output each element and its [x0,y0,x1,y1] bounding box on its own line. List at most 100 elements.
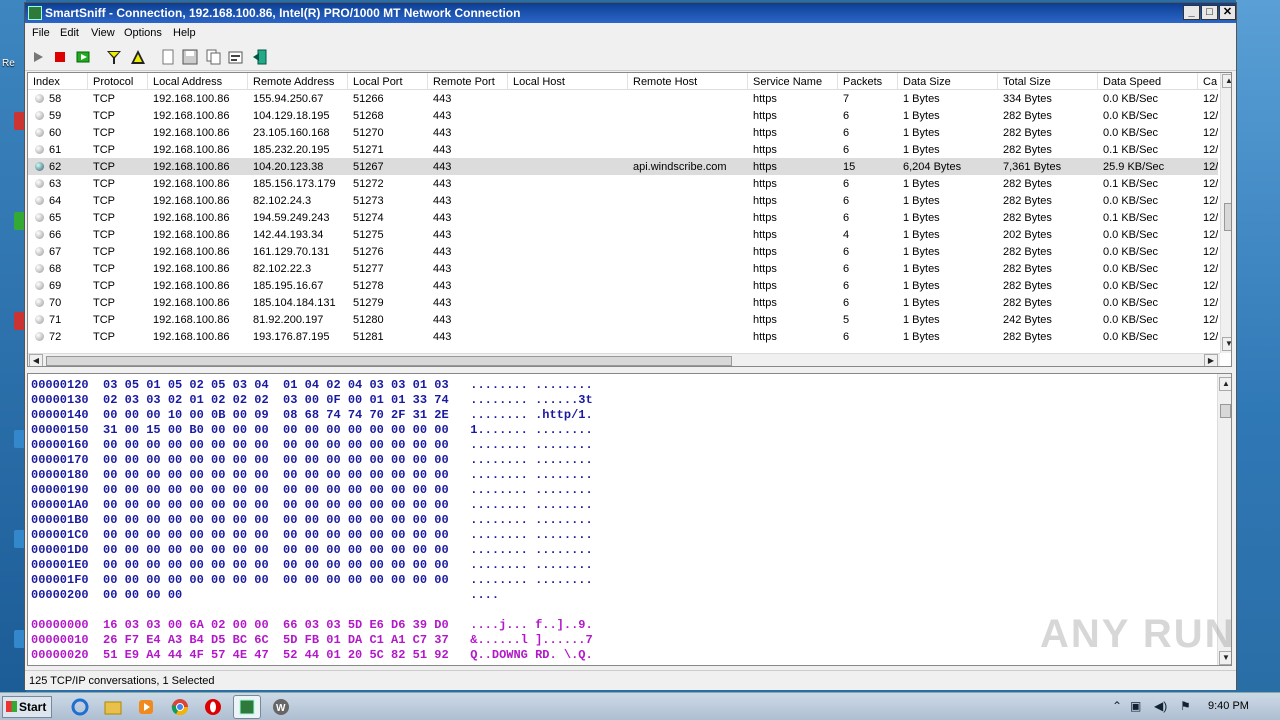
scroll-up-icon[interactable]: ▲ [1219,377,1231,391]
save-icon[interactable] [181,48,199,66]
table-cell: 12/ [1203,127,1218,139]
menu-view[interactable]: View [91,27,115,39]
hex-vertical-scrollbar[interactable]: ▲ ▼ [1217,374,1231,665]
scroll-left-icon[interactable]: ◀ [29,354,43,366]
table-cell: 192.168.100.86 [153,161,230,173]
table-cell: 443 [433,195,452,207]
table-cell: 443 [433,263,452,275]
opera-icon[interactable] [199,695,227,719]
table-cell: 192.168.100.86 [153,331,230,343]
tray-volume-icon[interactable]: ◀) [1154,699,1167,713]
table-cell: 0.0 KB/Sec [1103,246,1159,258]
tray-expand-icon[interactable]: ⌃ [1112,699,1122,713]
chrome-icon[interactable] [166,695,194,719]
table-row[interactable]: 68 TCP 192.168.100.86 82.102.22.3 51277 443 ht… [28,260,1218,277]
menu-file[interactable]: File [32,27,50,39]
table-row[interactable]: 69 TCP 192.168.100.86 185.195.16.67 51278 443… [28,277,1218,294]
word-icon[interactable]: W [267,695,295,719]
table-row[interactable]: 71 TCP 192.168.100.86 81.92.200.197 51280 443… [28,311,1218,328]
table-cell: 0.1 KB/Sec [1103,144,1159,156]
table-cell: 282 Bytes [1003,178,1052,190]
new-icon[interactable] [159,48,177,66]
table-row[interactable]: 65 TCP 192.168.100.86 194.59.249.243 51274 44… [28,209,1218,226]
scroll-down-icon[interactable]: ▼ [1222,337,1231,351]
table-row[interactable]: 70 TCP 192.168.100.86 185.104.184.131 51279 4… [28,294,1218,311]
table-row[interactable]: 62 TCP 192.168.100.86 104.20.123.38 51267 443… [28,158,1218,175]
table-row[interactable]: 61 TCP 192.168.100.86 185.232.20.195 51271 44… [28,141,1218,158]
table-cell: 192.168.100.86 [153,280,230,292]
tray-flag-icon[interactable]: ⚑ [1180,699,1191,713]
column-header[interactable]: Remote Host [628,73,748,90]
column-header[interactable]: Data Speed [1098,73,1198,90]
hex-line-outgoing: 000001C0 00 00 00 00 00 00 00 00 00 00 0… [31,528,593,542]
copy-icon[interactable] [205,48,223,66]
table-vertical-scrollbar[interactable]: ▲ ▼ [1220,73,1231,353]
stop-icon[interactable] [51,48,69,66]
play-icon[interactable] [29,48,47,66]
table-row[interactable]: 59 TCP 192.168.100.86 104.129.18.195 51268 44… [28,107,1218,124]
properties-icon[interactable] [227,48,245,66]
column-header[interactable]: Remote Port [428,73,508,90]
exit-icon[interactable] [251,48,269,66]
status-bar: 125 TCP/IP conversations, 1 Selected [25,670,1236,690]
scroll-right-icon[interactable]: ▶ [1204,354,1218,366]
table-row[interactable]: 67 TCP 192.168.100.86 161.129.70.131 51276 44… [28,243,1218,260]
column-header[interactable]: Packets [838,73,898,90]
column-header[interactable]: Data Size [898,73,998,90]
scroll-down-icon[interactable]: ▼ [1219,651,1231,665]
connection-icon [35,111,44,120]
tray-network-icon[interactable]: ▣ [1130,699,1141,713]
ie-icon[interactable] [66,695,94,719]
table-row[interactable]: 64 TCP 192.168.100.86 82.102.24.3 51273 443 ht… [28,192,1218,209]
filter-alt-icon[interactable] [129,48,147,66]
menu-edit[interactable]: Edit [60,27,79,39]
smartsniff-icon[interactable] [233,695,261,719]
table-cell: TCP [93,178,115,190]
menu-options[interactable]: Options [124,27,162,39]
table-cell: 6 [843,178,850,190]
scroll-thumb[interactable] [1220,404,1231,418]
table-row[interactable]: 63 TCP 192.168.100.86 185.156.173.179 51272 4… [28,175,1218,192]
taskbar-clock[interactable]: 9:40 PM [1208,700,1249,712]
close-button[interactable]: ✕ [1219,5,1236,20]
table-cell: 1 Bytes [903,246,940,258]
column-header[interactable]: Total Size [998,73,1098,90]
table-cell: 1 Bytes [903,229,940,241]
table-row[interactable]: 60 TCP 192.168.100.86 23.105.160.168 51270 44… [28,124,1218,141]
table-row[interactable]: 72 TCP 192.168.100.86 193.176.87.195 51281 44… [28,328,1218,345]
table-cell: 6 [843,280,850,292]
media-player-icon[interactable] [132,695,160,719]
menu-help[interactable]: Help [173,27,196,39]
scroll-thumb[interactable] [46,356,732,366]
hex-line-outgoing: 00000160 00 00 00 00 00 00 00 00 00 00 0… [31,438,593,452]
column-header[interactable]: Index [28,73,88,90]
capture-icon[interactable] [75,48,93,66]
column-header[interactable]: Service Name [748,73,838,90]
start-button[interactable]: Start [2,696,52,718]
column-header[interactable]: Local Host [508,73,628,90]
scroll-up-icon[interactable]: ▲ [1222,74,1231,88]
table-cell: 192.168.100.86 [153,229,230,241]
hex-line-incoming: 00000000 16 03 03 00 6A 02 00 00 66 03 0… [31,618,593,632]
explorer-icon[interactable] [99,695,127,719]
filter-icon[interactable] [105,48,123,66]
table-row[interactable]: 66 TCP 192.168.100.86 142.44.193.34 51275 443… [28,226,1218,243]
maximize-button[interactable]: □ [1201,5,1218,20]
minimize-button[interactable]: _ [1183,5,1200,20]
column-header[interactable]: Local Address [148,73,248,90]
hex-line-outgoing: 000001F0 00 00 00 00 00 00 00 00 00 00 0… [31,573,593,587]
title-bar[interactable]: SmartSniff - Connection, 192.168.100.86,… [25,3,1236,23]
table-cell: 142.44.193.34 [253,229,324,241]
scroll-thumb[interactable] [1224,203,1231,231]
table-cell: 4 [843,229,850,241]
connection-icon [35,145,44,154]
column-header[interactable]: Remote Address [248,73,348,90]
column-header[interactable]: Protocol [88,73,148,90]
table-cell: 192.168.100.86 [153,110,230,122]
column-header[interactable]: Local Port [348,73,428,90]
table-cell: 1 Bytes [903,314,940,326]
table-cell: 71 [49,314,62,326]
table-horizontal-scrollbar[interactable]: ◀ ▶ [28,353,1220,366]
table-row[interactable]: 58 TCP 192.168.100.86 155.94.250.67 51266 443… [28,90,1218,107]
table-cell: 443 [433,110,452,122]
